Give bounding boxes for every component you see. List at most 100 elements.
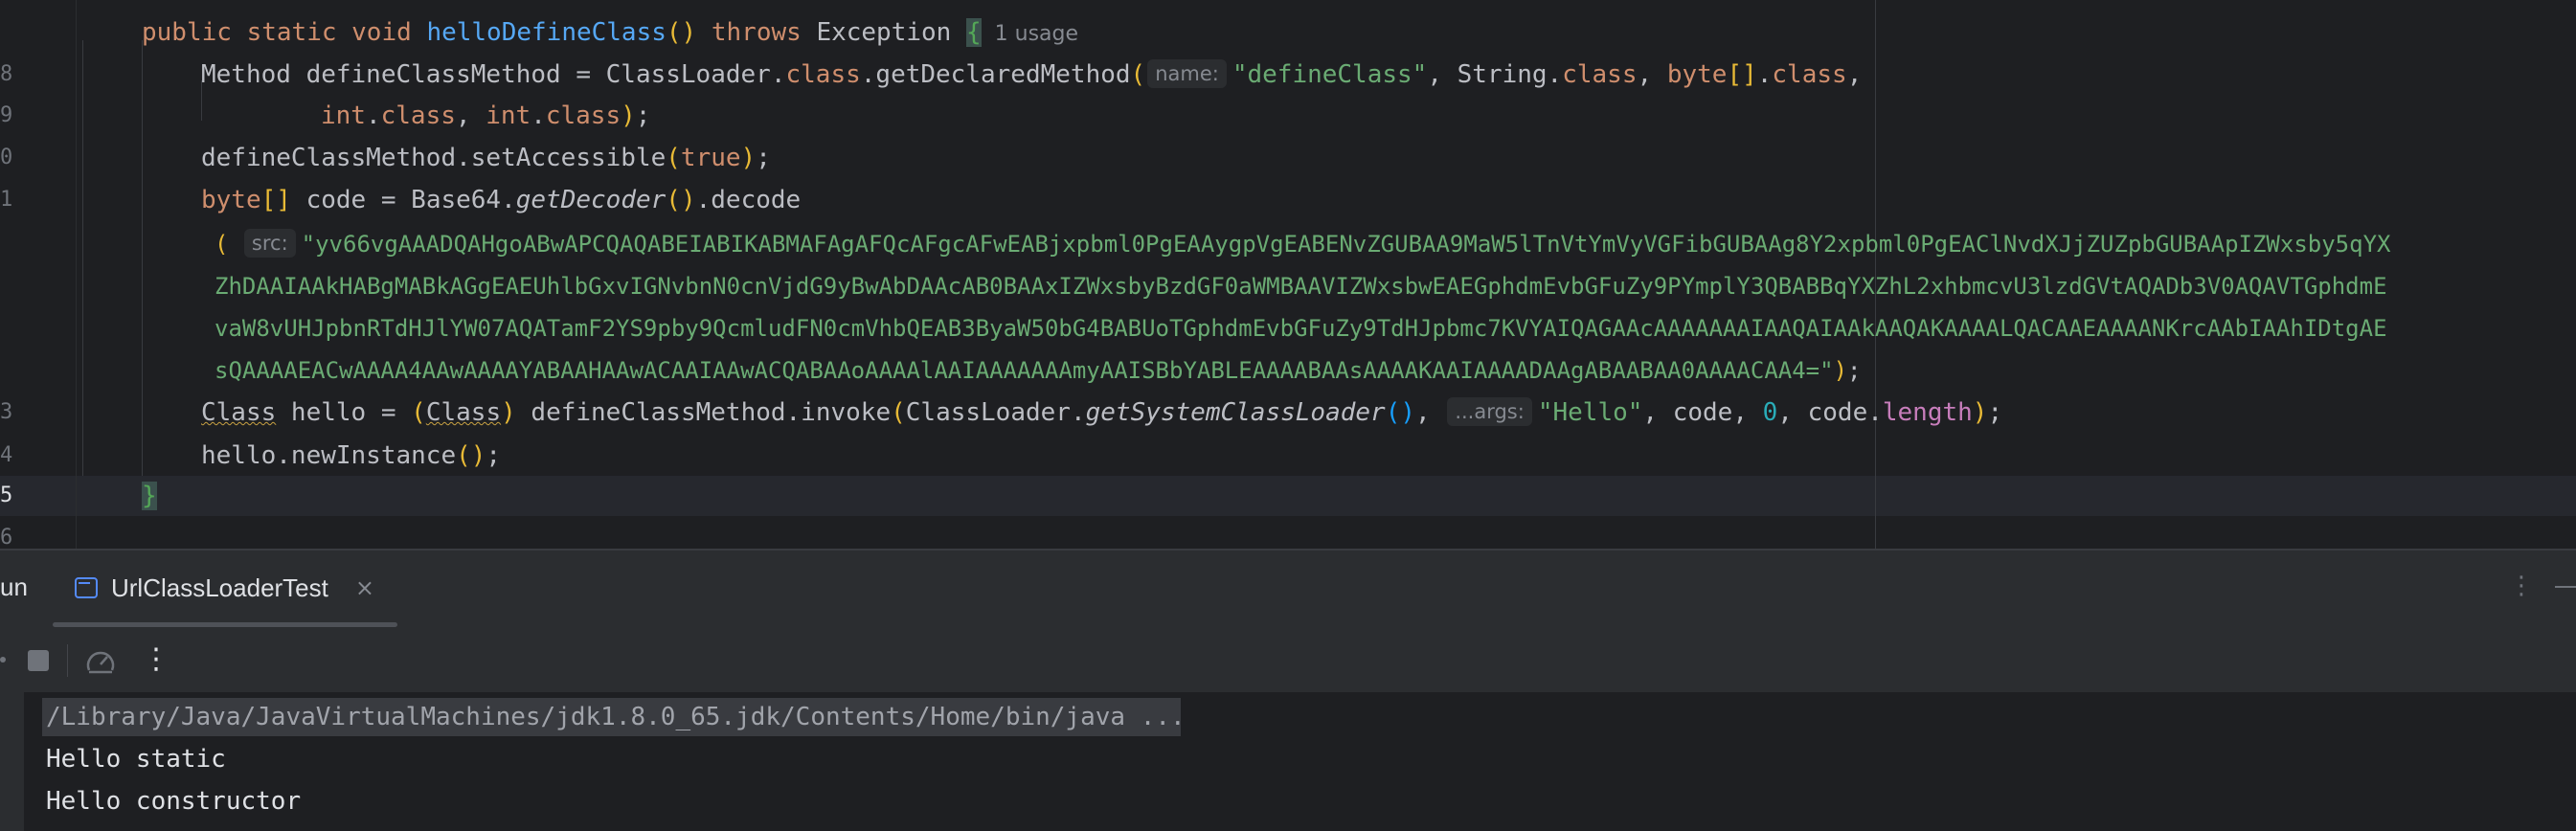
code-text: . [1756,60,1773,89]
string-literal: sQAAAAEACwAAAA4AAwAAAAYABAAHAAwACAAIAAwA… [215,357,1834,384]
more-options-icon[interactable]: ⋮ [2509,572,2534,600]
field-name: length [1882,398,1973,427]
keyword: int [321,101,366,130]
paren: ( [891,398,906,427]
code-line[interactable]: Method defineClassMethod = ClassLoader.c… [201,55,1862,95]
line-number: 6 [0,526,13,549]
code-line-method-signature[interactable]: public static void helloDefineClass() th… [142,12,1078,55]
paren: ( [215,231,229,258]
code-text: code = Base64. [290,186,516,214]
code-line[interactable]: } [142,476,157,516]
keyword: static [246,18,337,47]
brace: { [965,18,982,47]
stop-button[interactable] [28,650,49,671]
paren: ) [501,398,516,427]
code-text: ; [756,144,771,172]
code-text: hello.newInstance [201,441,457,470]
paren: ) [1833,357,1848,384]
paren: ) [681,18,697,47]
minimize-icon[interactable] [2555,586,2576,588]
param-hint: name: [1147,59,1227,88]
keyword: class [1562,60,1638,89]
keyword: true [680,144,741,172]
line-number-current: 5 [0,483,13,507]
code-line[interactable]: defineClassMethod.setAccessible(true); [201,138,771,178]
code-line-base64[interactable]: vaW8vUHJpbnRTdHJlYW07AQATamF2YS9pby9Qcml… [215,308,2387,348]
paren: ( [456,441,471,470]
code-text: ClassLoader. [905,398,1086,427]
line-number: 9 [0,103,13,127]
keyword: class [1772,60,1847,89]
keyword: public [142,18,232,47]
close-icon[interactable]: × [355,574,374,601]
brace: } [142,482,157,510]
code-line[interactable]: byte[] code = Base64.getDecoder().decode [201,180,801,220]
code-text: defineClassMethod.setAccessible [201,144,667,172]
code-line-base64[interactable]: ZhDAAIAAkHABgMABkAGgEAEUhlbGxvIGNvbnN0cn… [215,266,2387,306]
console-command-line[interactable]: /Library/Java/JavaVirtualMachines/jdk1.8… [46,700,1186,734]
code-text: ; [486,441,502,470]
paren: ) [1400,398,1415,427]
keyword: int [486,101,531,130]
code-text: . [365,101,381,130]
keyword: throws [711,18,802,47]
line-number: 4 [0,443,13,467]
string-literal: ZhDAAIAAkHABgMABkAGgEAEUhlbGxvIGNvbnN0cn… [215,273,2387,300]
method-name: helloDefineClass [426,18,667,47]
string-literal: "Hello" [1537,398,1643,427]
type-name: Exception [816,18,952,47]
paren: ) [680,186,696,214]
run-toolbar [0,627,2576,692]
paren: ( [1130,60,1146,89]
code-line[interactable]: hello.newInstance(); [201,436,501,476]
console-output-line: Hello constructor [46,787,302,816]
code-text: , String. [1427,60,1563,89]
code-line[interactable]: int.class, int.class); [321,96,650,136]
tab-urlclassloadertest[interactable]: UrlClassLoaderTest × [75,567,374,609]
type-name: Class [201,398,277,427]
code-text: . [531,101,546,130]
indent-guide [82,40,83,476]
gutter-border [76,0,77,549]
line-number: 8 [0,62,13,86]
code-text: , [1846,60,1863,89]
string-literal: "defineClass" [1232,60,1428,89]
type-name: Class [425,398,502,427]
code-text: , code, [1642,398,1763,427]
code-text: , [455,101,486,130]
code-text: , code. [1777,398,1883,427]
string-literal: "yv66vgAAADQAHgoABwAPCQAQABEIABIKABMAFAg… [301,231,2391,258]
rerun-icon[interactable] [0,657,6,663]
number-literal: 0 [1762,398,1778,427]
code-text: ; [1987,398,2003,427]
console-icon [75,577,98,598]
paren: ) [740,144,757,172]
usage-hint[interactable]: 1 usage [995,22,1078,46]
code-line-base64[interactable]: ( src: "yv66vgAAADQAHgoABwAPCQAQABEIABIKA… [215,224,2390,264]
param-hint: src: [243,229,296,258]
keyword: void [351,18,412,47]
code-line[interactable]: Class hello = (Class) defineClassMethod.… [201,393,2002,433]
code-text: ; [1847,357,1862,384]
run-panel-header [0,550,2576,627]
code-text: .getDeclaredMethod [860,60,1131,89]
paren: ( [666,18,682,47]
keyword: class [785,60,861,89]
toolbar-more-icon[interactable]: ⋮ [142,642,170,677]
paren: ( [666,186,681,214]
paren: ( [666,144,681,172]
code-text: Method defineClassMethod = ClassLoader. [201,60,786,89]
method-call: getDecoder [515,186,667,214]
param-hint: ...args: [1447,397,1532,426]
keyword: byte [201,186,261,214]
line-number: 1 [0,188,13,212]
code-text: , [1415,398,1446,427]
profiler-icon[interactable] [84,647,117,676]
keyword: byte [1666,60,1728,89]
code-editor[interactable]: 8 9 0 1 3 4 5 6 public static void hello… [0,0,2576,549]
code-line-base64[interactable]: sQAAAAEACwAAAA4AAwAAAAYABAAHAAwACAAIAAwA… [215,350,1861,391]
paren: ) [621,101,636,130]
code-text: ; [635,101,651,130]
bracket: [] [1727,60,1757,89]
console-gutter [0,692,24,831]
